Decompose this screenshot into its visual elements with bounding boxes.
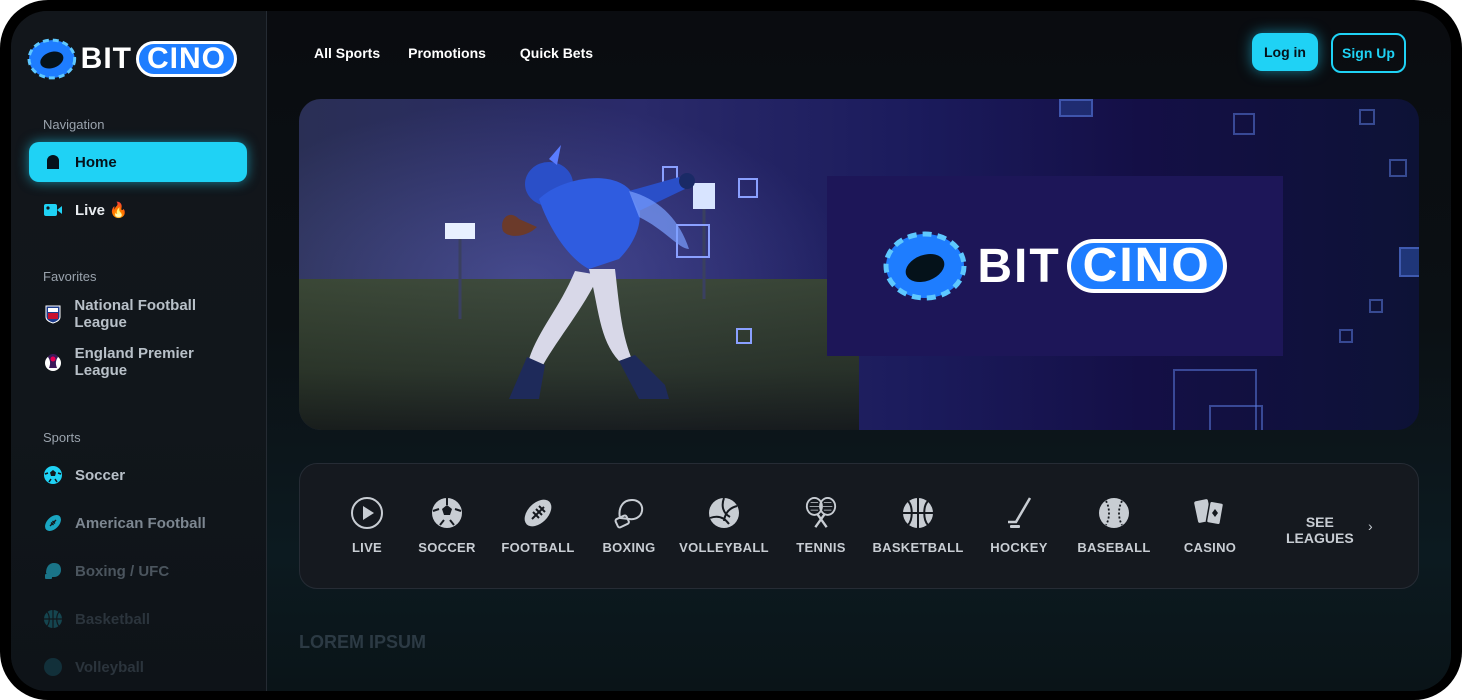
decor-square — [1359, 109, 1375, 125]
sidebar-item-label: Live 🔥 — [75, 202, 128, 219]
sidebar-item-volleyball[interactable]: Volleyball — [29, 647, 247, 687]
sidebar-item-label: American Football — [75, 514, 206, 532]
live-video-icon — [43, 200, 63, 220]
cards-icon — [1193, 496, 1227, 530]
sport-boxing[interactable]: BOXING — [584, 496, 674, 560]
football-icon — [43, 513, 63, 533]
sidebar-item-basketball[interactable]: Basketball — [29, 599, 247, 639]
tennis-icon — [804, 496, 838, 530]
banner-logo-bit: BIT — [977, 239, 1061, 293]
sport-label: LIVE — [351, 540, 383, 555]
login-button[interactable]: Log in — [1252, 33, 1318, 71]
sidebar-item-label: England Premier League — [74, 345, 194, 379]
sidebar-item-home[interactable]: Home — [29, 142, 247, 182]
sidebar-item-american-football[interactable]: American Football — [29, 503, 247, 543]
sport-casino[interactable]: CASINO — [1165, 496, 1255, 560]
see-leagues-line2: LEAGUES — [1286, 530, 1354, 546]
sport-label: BOXING — [602, 540, 656, 555]
signup-button[interactable]: Sign Up — [1331, 33, 1406, 73]
sport-volleyball[interactable]: VOLLEYBALL — [679, 496, 769, 560]
soccer-icon — [430, 496, 464, 530]
brand-logo[interactable]: BIT CINO — [27, 37, 237, 81]
sidebar-item-epl[interactable]: England Premier League — [29, 342, 247, 382]
banner-chip-icon — [883, 231, 967, 301]
sidebar-item-label: Boxing / UFC — [75, 562, 170, 580]
sidebar-item-boxing-ufc[interactable]: Boxing / UFC — [29, 551, 247, 591]
decor-square — [1059, 99, 1093, 117]
sidebar-item-label: Home — [75, 153, 117, 171]
logo-text-bit: BIT — [80, 42, 132, 75]
nav-all-sports[interactable]: All Sports — [314, 45, 380, 61]
decor-square — [1209, 405, 1263, 430]
sport-label: BASKETBALL — [872, 540, 964, 555]
sidebar: BIT CINO Navigation Home Live 🔥 Favorite… — [11, 11, 267, 691]
sport-label: BASEBALL — [1077, 540, 1151, 555]
sport-label: HOCKEY — [990, 540, 1048, 555]
device-frame: BIT CINO Navigation Home Live 🔥 Favorite… — [0, 0, 1462, 700]
football-icon — [521, 496, 555, 530]
volleyball-icon — [707, 496, 741, 530]
sport-live[interactable]: LIVE — [322, 496, 412, 560]
sidebar-item-nfl[interactable]: National Football League — [29, 294, 247, 334]
sidebar-item-label: Soccer — [75, 466, 126, 484]
sport-basketball[interactable]: BASKETBALL — [872, 496, 964, 560]
hockey-icon — [1002, 496, 1036, 530]
boxing-icon — [43, 561, 63, 581]
sport-label: VOLLEYBALL — [679, 540, 769, 555]
sidebar-item-soccer[interactable]: Soccer — [29, 455, 247, 495]
volleyball-icon — [43, 657, 63, 677]
sport-tennis[interactable]: TENNIS — [776, 496, 866, 560]
sport-football[interactable]: FOOTBALL — [493, 496, 583, 560]
nfl-icon — [43, 304, 62, 324]
sports-section-title: Sports — [43, 430, 81, 445]
favorites-section-title: Favorites — [43, 269, 97, 284]
sport-label: TENNIS — [796, 540, 846, 555]
decor-square — [1339, 329, 1353, 343]
navigation-section-title: Navigation — [43, 117, 105, 132]
chevron-right-icon[interactable]: › — [1368, 518, 1373, 534]
decor-square — [1369, 299, 1383, 313]
see-leagues-line1: SEE — [1305, 514, 1334, 530]
play-icon — [350, 496, 384, 530]
hero-banner[interactable]: BIT CINO — [299, 99, 1419, 430]
banner-logo: BIT CINO — [883, 230, 1227, 302]
sport-hockey[interactable]: HOCKEY — [974, 496, 1064, 560]
sport-label: FOOTBALL — [501, 540, 575, 555]
decor-square — [1233, 113, 1255, 135]
basketball-icon — [901, 496, 935, 530]
logo-text-cino: CINO — [136, 41, 237, 77]
soccer-icon — [43, 465, 63, 485]
sport-baseball[interactable]: BASEBALL — [1069, 496, 1159, 560]
sidebar-item-label: Basketball — [75, 610, 151, 628]
top-navigation: All Sports Promotions Quick Bets — [314, 45, 593, 61]
sport-label: SOCCER — [418, 540, 476, 555]
banner-logo-panel: BIT CINO — [827, 176, 1283, 356]
section-heading: LOREM IPSUM — [299, 632, 427, 652]
premier-league-icon — [43, 352, 63, 372]
decor-square — [1389, 159, 1407, 177]
baseball-icon — [1097, 496, 1131, 530]
decor-square — [1399, 247, 1419, 277]
logo-chip-icon — [27, 38, 77, 80]
sidebar-item-live[interactable]: Live 🔥 — [29, 190, 247, 230]
boxing-glove-icon — [612, 496, 646, 530]
nav-quick-bets[interactable]: Quick Bets — [520, 45, 593, 61]
see-leagues-link[interactable]: SEE LEAGUES — [1286, 514, 1354, 546]
sports-category-strip: LIVE SOCCER FOOTBALL BOXING VOLLEYBALL T… — [299, 463, 1419, 589]
sport-label: CASINO — [1183, 540, 1237, 555]
home-icon — [43, 152, 63, 172]
nav-promotions[interactable]: Promotions — [408, 45, 486, 61]
sport-soccer[interactable]: SOCCER — [402, 496, 492, 560]
app-screen: BIT CINO Navigation Home Live 🔥 Favorite… — [11, 11, 1451, 691]
sidebar-item-label: National Football League — [74, 297, 197, 331]
basketball-icon — [43, 609, 63, 629]
banner-logo-cino: CINO — [1066, 239, 1227, 293]
